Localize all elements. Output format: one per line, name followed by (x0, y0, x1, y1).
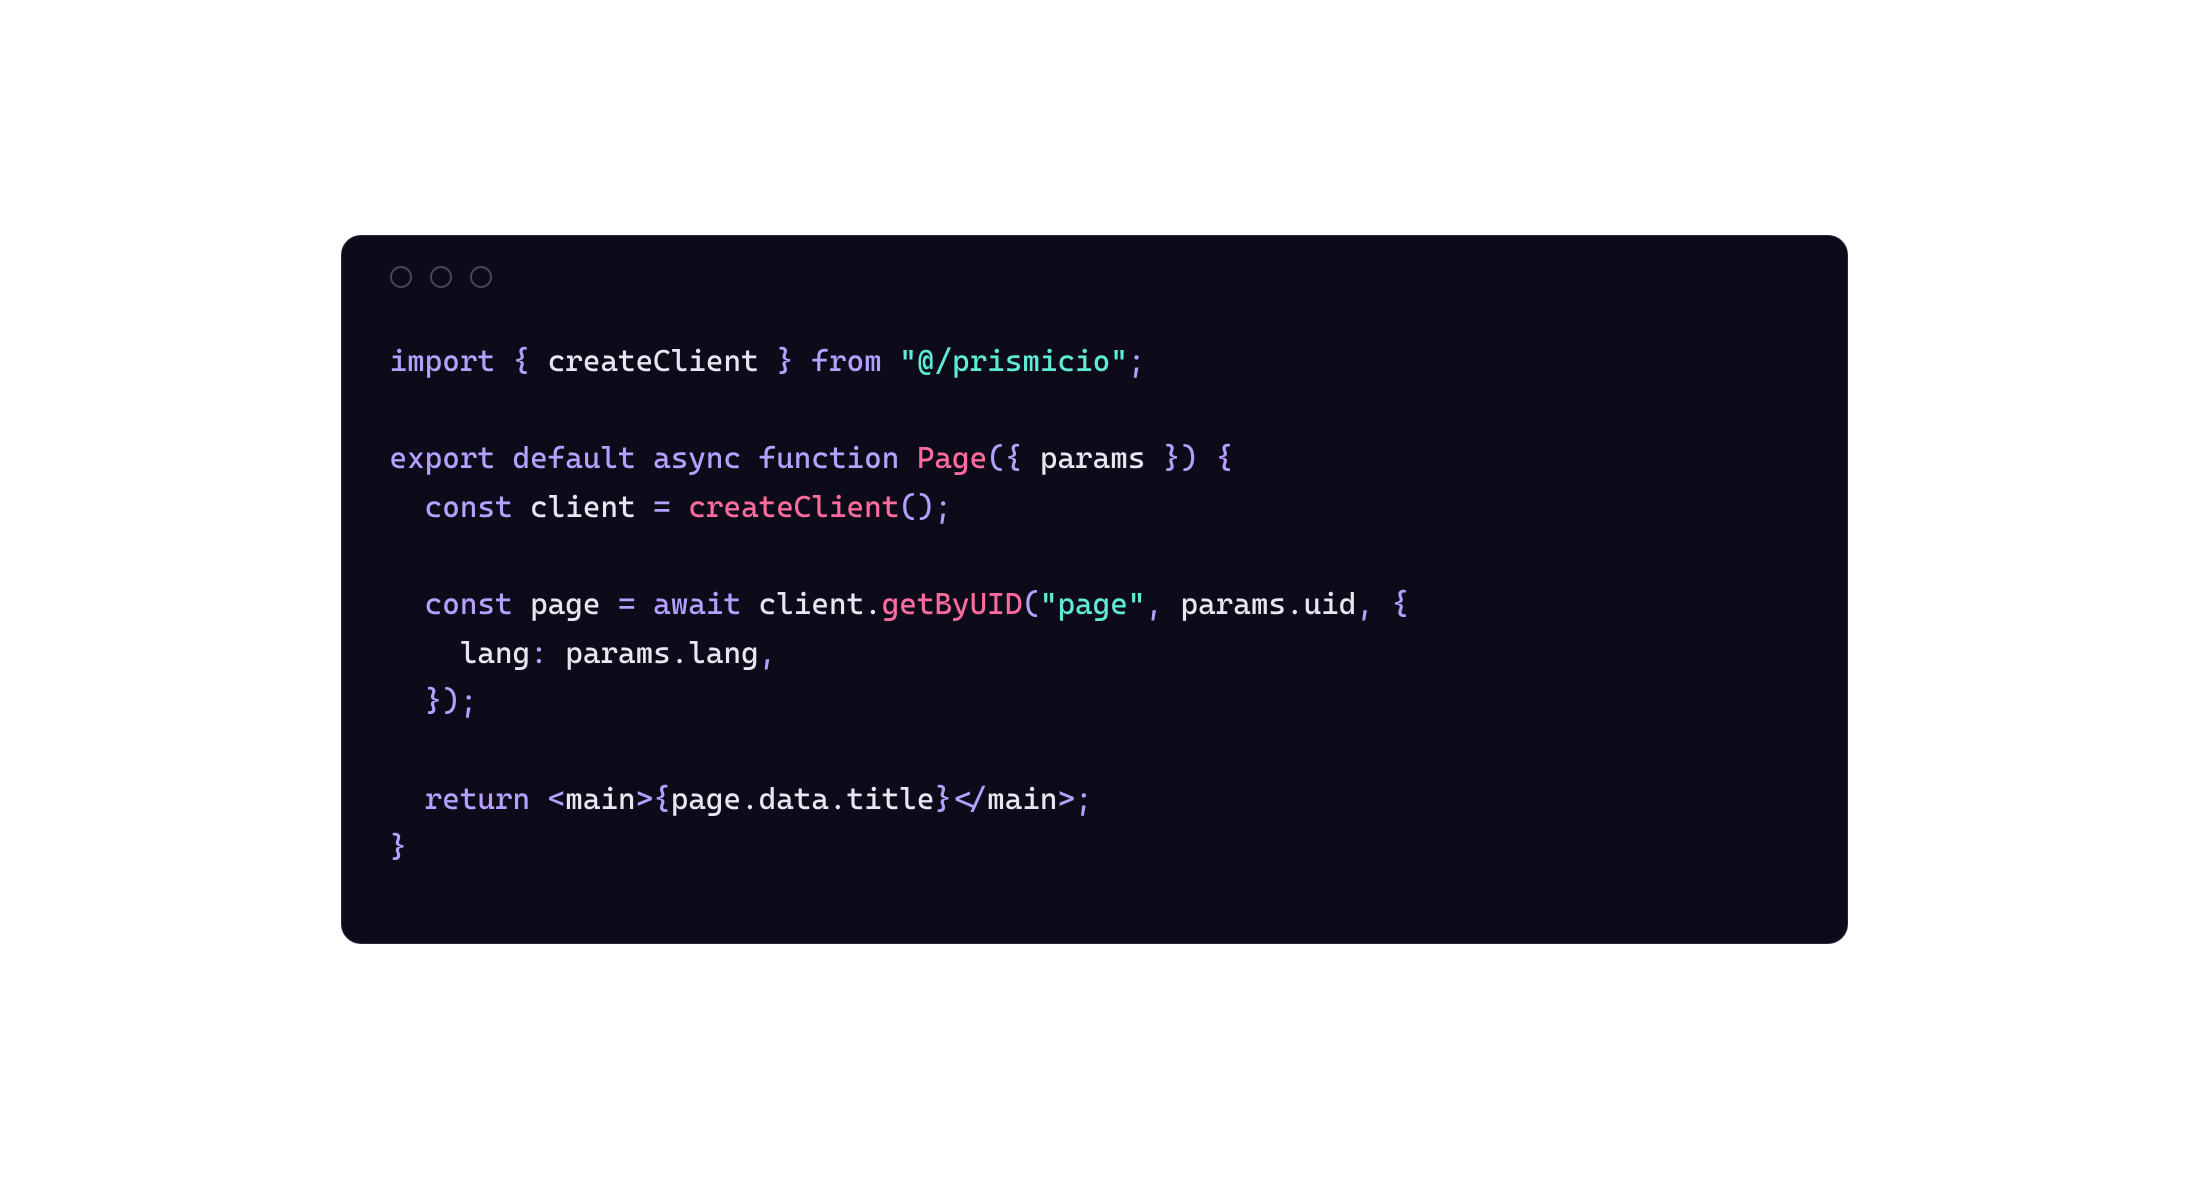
semicolon: ; (934, 490, 952, 525)
prop-title: title (847, 782, 935, 817)
close-paren: ) (917, 490, 935, 525)
identifier-client: client (530, 490, 635, 525)
close-brace: } (425, 684, 443, 719)
jsx-tag-main-close: main (987, 782, 1057, 817)
semicolon: ; (1075, 782, 1093, 817)
jsx-tag-main: main (565, 782, 635, 817)
close-brace: } (390, 830, 408, 865)
dot: . (741, 782, 759, 817)
identifier-page: page (671, 782, 741, 817)
keyword-export: export (390, 441, 495, 476)
identifier-page: page (530, 587, 600, 622)
method-call-getByUID: getByUID (882, 587, 1023, 622)
traffic-light-maximize-icon[interactable] (470, 266, 492, 288)
keyword-async: async (653, 441, 741, 476)
string-prismicio: "@/prismicio" (899, 344, 1128, 379)
keyword-await: await (653, 587, 741, 622)
close-paren: ) (442, 684, 460, 719)
keyword-from: from (811, 344, 881, 379)
identifier-client: client (759, 587, 864, 622)
traffic-light-close-icon[interactable] (390, 266, 412, 288)
open-angle: < (548, 782, 566, 817)
open-brace: { (1391, 587, 1409, 622)
function-name-Page: Page (917, 441, 987, 476)
open-angle: < (952, 782, 970, 817)
keyword-function: function (759, 441, 900, 476)
code-block: import { createClient } from "@/prismici… (342, 308, 1847, 943)
close-angle: > (636, 782, 654, 817)
semicolon: ; (460, 684, 478, 719)
prop-uid: uid (1304, 587, 1357, 622)
keyword-return: return (425, 782, 530, 817)
open-brace: { (653, 782, 671, 817)
string-page: "page" (1040, 587, 1145, 622)
close-brace: } (1163, 441, 1181, 476)
keyword-import: import (390, 344, 495, 379)
dot: . (671, 636, 689, 671)
open-brace: { (513, 344, 531, 379)
comma: , (1145, 587, 1163, 622)
dot: . (829, 782, 847, 817)
prop-lang: lang (688, 636, 758, 671)
identifier-params: params (1181, 587, 1286, 622)
keyword-default: default (513, 441, 636, 476)
code-window: import { createClient } from "@/prismici… (341, 235, 1848, 944)
window-controls (342, 236, 1847, 308)
equals: = (653, 490, 671, 525)
prop-data: data (759, 782, 829, 817)
comma: , (759, 636, 777, 671)
identifier-params: params (1040, 441, 1145, 476)
identifier-params: params (565, 636, 670, 671)
equals: = (618, 587, 636, 622)
dot: . (864, 587, 882, 622)
identifier-createClient: createClient (548, 344, 759, 379)
slash: / (970, 782, 988, 817)
close-brace: } (934, 782, 952, 817)
traffic-light-minimize-icon[interactable] (430, 266, 452, 288)
comma: , (1356, 587, 1374, 622)
close-brace: } (776, 344, 794, 379)
function-call-createClient: createClient (688, 490, 899, 525)
prop-lang: lang (460, 636, 530, 671)
keyword-const: const (425, 587, 513, 622)
open-brace: { (1216, 441, 1234, 476)
dot: . (1286, 587, 1304, 622)
open-brace: { (1005, 441, 1023, 476)
semicolon: ; (1128, 344, 1146, 379)
close-paren: ) (1181, 441, 1199, 476)
colon: : (530, 636, 548, 671)
open-paren: ( (1022, 587, 1040, 622)
keyword-const: const (425, 490, 513, 525)
open-paren: ( (899, 490, 917, 525)
open-paren: ( (987, 441, 1005, 476)
close-angle: > (1057, 782, 1075, 817)
